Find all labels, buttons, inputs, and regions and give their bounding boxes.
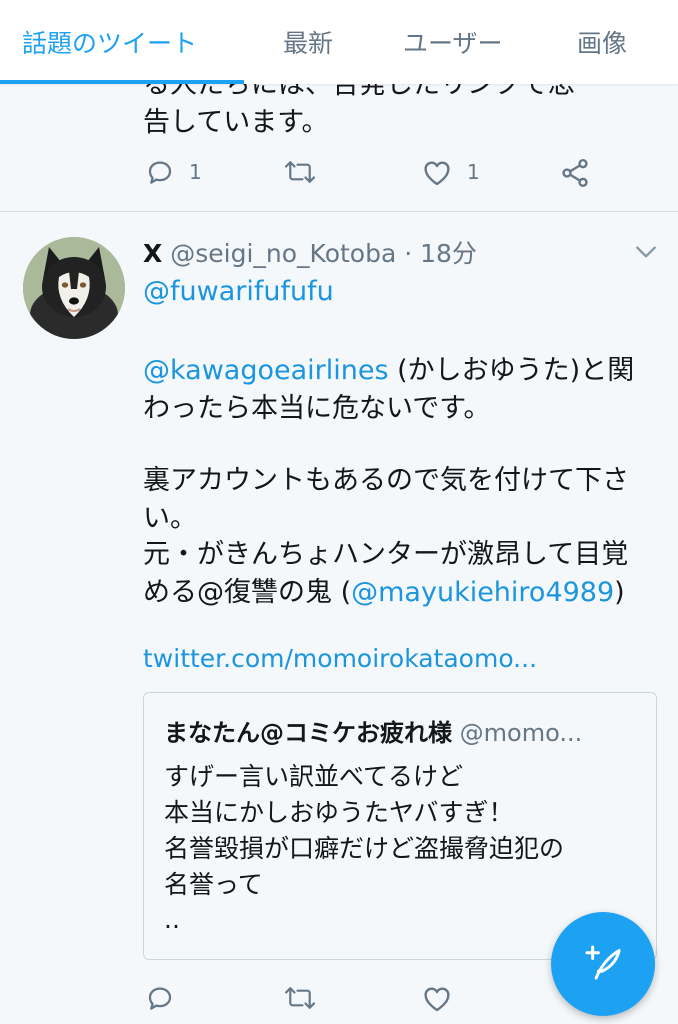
tweet-time: 18分 — [420, 239, 477, 268]
tweet-line-6-prefix: める@復讐の鬼 ( — [143, 577, 352, 608]
tab-users[interactable]: ユーザー — [403, 24, 503, 60]
heart-icon — [421, 983, 453, 1013]
tweet-line-4: い。 — [143, 503, 197, 534]
tweet-line-3: 裏アカウントもあるので気を付けて下さ — [143, 465, 629, 496]
like-count: 1 — [467, 160, 480, 184]
chevron-down-icon — [633, 246, 659, 267]
previous-like-button[interactable]: 1 — [421, 157, 480, 187]
mention-link[interactable]: @kawagoeairlines — [143, 355, 389, 386]
tweet-line-6: める@復讐の鬼 (@mayukiehiro4989) — [143, 570, 625, 609]
tab-images[interactable]: 画像 — [577, 24, 627, 60]
quoted-line-4: 名誉って — [164, 870, 263, 899]
tweet-divider — [0, 211, 678, 212]
quoted-line-5: .. — [164, 905, 180, 934]
tweet-line-1: @kawagoeairlines (かしおゆうた)と関 — [143, 348, 634, 387]
tweet-line-2: わったら本当に危ないです。 — [143, 393, 491, 424]
previous-share-button[interactable] — [559, 157, 591, 189]
tweet-header: X @seigi_no_Kotoba · 18分 — [143, 234, 477, 270]
quoted-handle: @momo... — [459, 719, 583, 747]
display-name[interactable]: X — [143, 239, 162, 268]
quoted-line-3: 名誉毀損が口癖だけど盗撮脅迫犯の — [164, 834, 565, 863]
reply-to-mention[interactable]: @fuwarifufufu — [143, 276, 334, 307]
tweet-line-5: 元・がきんちょハンターが激昂して目覚 — [143, 539, 629, 570]
compose-icon — [580, 939, 626, 989]
tweet-url-link[interactable]: twitter.com/momoirokataomo... — [143, 644, 537, 673]
like-button[interactable] — [421, 983, 453, 1013]
tweet-menu-button[interactable] — [633, 241, 659, 267]
heart-icon — [421, 157, 453, 187]
reply-button[interactable] — [145, 983, 175, 1013]
mention-link-2[interactable]: @mayukiehiro4989 — [351, 577, 614, 608]
quoted-display-name: まなたん@コミケお疲れ様 — [164, 719, 452, 747]
quoted-line-1: すげー言い訳並べてるけど — [164, 762, 464, 791]
reply-count: 1 — [189, 160, 202, 184]
retweet-button[interactable] — [283, 983, 317, 1013]
quoted-line-2: 本当にかしおゆうたヤバすぎ！ — [164, 798, 514, 827]
tweet-line-1-text: (かしおゆうた)と関 — [388, 355, 635, 386]
tab-latest[interactable]: 最新 — [283, 24, 333, 60]
tweet-line-6-suffix: ) — [614, 577, 625, 608]
retweet-icon — [283, 157, 317, 187]
tab-bar: 話題のツイート 最新 ユーザー 画像 — [0, 0, 678, 84]
reply-icon — [145, 157, 175, 187]
compose-tweet-button[interactable] — [551, 912, 655, 1016]
previous-retweet-button[interactable] — [283, 157, 317, 187]
reply-icon — [145, 983, 175, 1013]
avatar[interactable] — [23, 237, 125, 339]
header-separator: · — [396, 239, 421, 268]
previous-tweet-text: 告しています。 — [143, 107, 329, 138]
tab-top-tweets[interactable]: 話題のツイート — [22, 24, 197, 60]
share-icon — [559, 157, 591, 189]
user-handle[interactable]: @seigi_no_Kotoba — [170, 239, 396, 268]
retweet-icon — [283, 983, 317, 1013]
previous-reply-button[interactable]: 1 — [145, 157, 202, 187]
active-tab-indicator — [0, 80, 244, 84]
quoted-tweet-header: まなたん@コミケお疲れ様 @momo... — [164, 713, 644, 748]
